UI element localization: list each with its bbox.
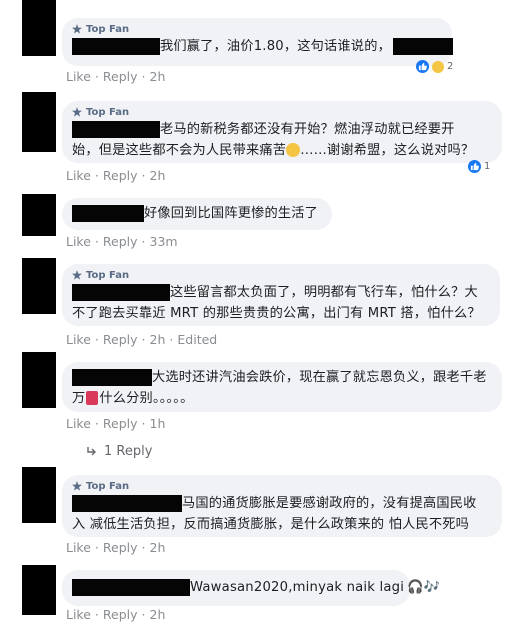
- reply-button[interactable]: Reply: [103, 540, 138, 555]
- reply-button[interactable]: Reply: [103, 168, 138, 183]
- comment-actions: Like · Reply · 2h: [66, 540, 166, 555]
- top-fan-icon: [72, 24, 82, 34]
- like-button[interactable]: Like: [66, 234, 91, 249]
- reply-arrow-icon: [87, 446, 96, 455]
- like-button[interactable]: Like: [66, 607, 91, 622]
- redacted-username: [72, 37, 160, 55]
- comment-text: 我们赢了，油价1.80，这句话谁说的，: [160, 39, 391, 54]
- redacted-username: [72, 368, 152, 386]
- emoji-badge: [86, 391, 99, 405]
- redacted-username: [72, 204, 144, 222]
- timestamp[interactable]: 2h: [150, 540, 166, 555]
- reply-button[interactable]: Reply: [103, 607, 138, 622]
- avatar[interactable]: [22, 0, 56, 56]
- comment-actions: Like · Reply · 2h: [66, 607, 166, 622]
- comment-text: 马国的通货膨胀是要感谢政府的，没有提高国民收: [182, 496, 477, 511]
- like-button[interactable]: Like: [66, 416, 91, 431]
- avatar[interactable]: [22, 352, 56, 408]
- avatar[interactable]: [22, 194, 56, 236]
- comment-text: ……谢谢希盟，这么说对吗？: [300, 143, 475, 158]
- redacted-username: [72, 494, 182, 512]
- like-button[interactable]: Like: [66, 540, 91, 555]
- top-fan-icon: [72, 107, 82, 117]
- music-notes-emoji: 🎶: [423, 580, 441, 595]
- top-fan-badge: Top Fan: [72, 268, 490, 282]
- avatar[interactable]: [22, 258, 56, 314]
- reply-button[interactable]: Reply: [103, 234, 138, 249]
- wow-reaction-icon: [432, 60, 444, 73]
- reaction-summary[interactable]: 2: [416, 60, 453, 73]
- tired-face-emoji: [286, 143, 301, 157]
- timestamp[interactable]: 2h: [150, 168, 166, 183]
- comment-actions: Like · Reply · 33m: [66, 234, 178, 249]
- top-fan-icon: [72, 270, 82, 280]
- like-reaction-icon: [416, 60, 429, 73]
- comment-bubble: Top Fan 老马的新税务都还没有开始？燃油浮动就已经要开 始，但是这些都不会…: [62, 101, 502, 163]
- comment-actions: Like · Reply · 2h · Edited: [66, 332, 218, 347]
- avatar[interactable]: [22, 565, 56, 615]
- comment-actions: Like · Reply · 2h: [66, 69, 166, 84]
- avatar[interactable]: [22, 467, 56, 523]
- redacted-username: [72, 578, 190, 596]
- timestamp[interactable]: 1h: [150, 416, 166, 431]
- edited-label: Edited: [177, 332, 218, 347]
- redacted-username: [72, 120, 160, 138]
- comment-text: 不了跑去买靠近 MRT 的那些贵贵的公寓，出门有 MRT 搭，怕什么？: [72, 306, 481, 321]
- like-button[interactable]: Like: [66, 168, 91, 183]
- comment-text: 老马的新税务都还没有开始？燃油浮动就已经要开: [160, 122, 455, 137]
- top-fan-badge: Top Fan: [72, 105, 492, 119]
- comment-text: 什么分别。。。。。: [99, 391, 194, 406]
- top-fan-icon: [72, 481, 82, 491]
- top-fan-badge: Top Fan: [72, 479, 492, 493]
- like-button[interactable]: Like: [66, 69, 91, 84]
- reaction-summary[interactable]: 1: [468, 160, 490, 173]
- reply-button[interactable]: Reply: [103, 69, 138, 84]
- top-fan-badge: Top Fan: [72, 22, 442, 36]
- comment-actions: Like · Reply · 1h: [66, 416, 166, 431]
- reply-button[interactable]: Reply: [103, 332, 138, 347]
- comment-text: 入 减低生活负担，反而搞通货膨胀，是什么政策来的 怕人民不死吗: [72, 517, 470, 532]
- like-reaction-icon: [468, 160, 481, 173]
- comment-text: Wawasan2020,minyak naik lagi: [190, 580, 405, 595]
- comment-bubble: Wawasan2020,minyak naik lagi 🎧🎶: [62, 570, 440, 606]
- like-button[interactable]: Like: [66, 332, 91, 347]
- comment-text: 万: [72, 391, 86, 406]
- timestamp[interactable]: 2h: [150, 69, 166, 84]
- comment-text: 始，但是这些都不会为人民带来痛苦: [72, 143, 287, 158]
- redacted-text: [392, 37, 453, 55]
- comment-text: 好像回到比国阵更惨的生活了: [144, 206, 319, 221]
- reply-button[interactable]: Reply: [103, 416, 138, 431]
- comment-text: 大选时还讲汽油会跌价，现在赢了就忘恩负义，跟老千老: [152, 370, 487, 385]
- timestamp[interactable]: 33m: [150, 234, 178, 249]
- comment-bubble: 大选时还讲汽油会跌价，现在赢了就忘恩负义，跟老千老 万什么分别。。。。。: [62, 362, 502, 412]
- comment-bubble: Top Fan 我们赢了，油价1.80，这句话谁说的，: [62, 18, 453, 66]
- comment-text: 这些留言都太负面了，明明都有飞行车，怕什么？大: [170, 285, 478, 300]
- timestamp[interactable]: 2h: [150, 607, 166, 622]
- redacted-username: [72, 283, 170, 301]
- avatar[interactable]: [22, 92, 56, 152]
- timestamp[interactable]: 2h: [150, 332, 166, 347]
- view-replies-link[interactable]: 1 Reply: [86, 444, 152, 459]
- comment-bubble: 好像回到比国阵更惨的生活了: [62, 198, 332, 230]
- comment-bubble: Top Fan 马国的通货膨胀是要感谢政府的，没有提高国民收 入 减低生活负担，…: [62, 475, 502, 537]
- headphones-emoji: 🎧: [407, 580, 424, 595]
- comment-actions: Like · Reply · 2h: [66, 168, 166, 183]
- comment-bubble: Top Fan 这些留言都太负面了，明明都有飞行车，怕什么？大 不了跑去买靠近 …: [62, 264, 500, 326]
